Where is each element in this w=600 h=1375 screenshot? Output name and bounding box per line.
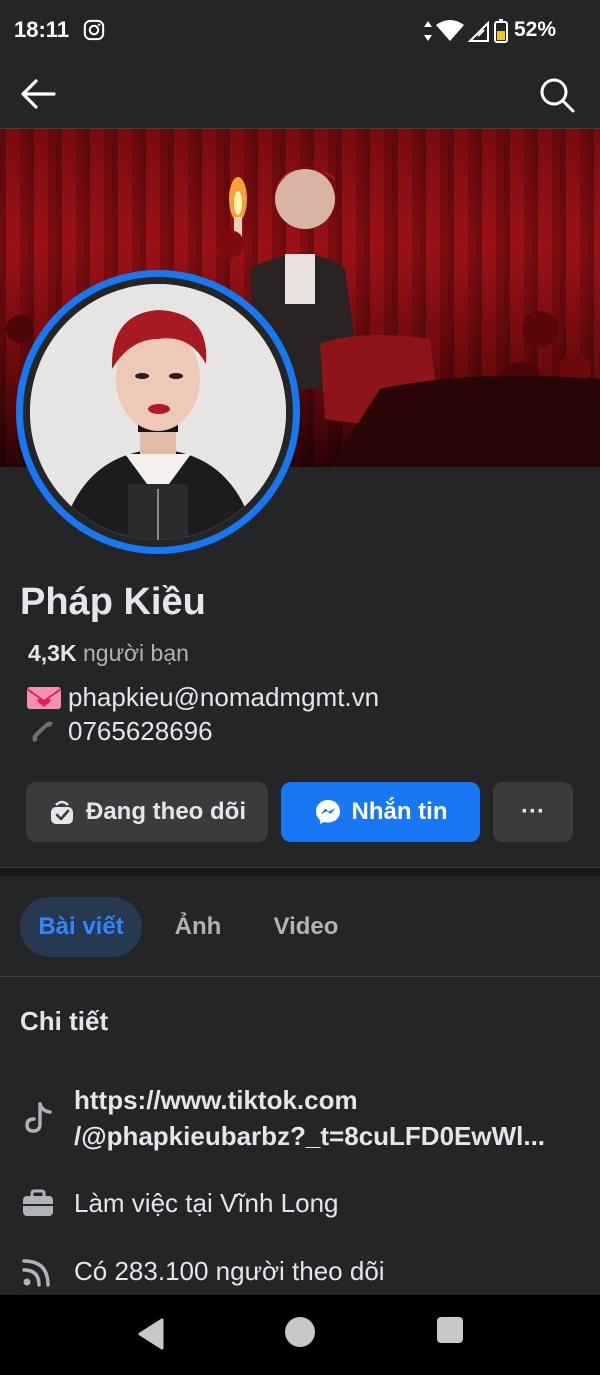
signal-icon [467,20,489,42]
tab-posts[interactable]: Bài viết [20,897,142,957]
tiktok-link-line1[interactable]: https://www.tiktok.com [74,1082,554,1118]
tiktok-link-line2[interactable]: /@phapkieubarbz?_t=8cuLFD0EwWl... [74,1118,554,1154]
work-text: Làm việc tại Vĩnh Long [74,1188,339,1218]
phone-text[interactable]: 0765628696 [68,716,213,747]
profile-name: Pháp Kiều [20,581,206,623]
tab-video[interactable]: Video [258,897,354,957]
briefcase-icon [23,1189,53,1216]
wifi-icon [436,20,464,41]
system-navigation-bar [0,1295,600,1375]
phone-icon [32,721,53,742]
friends-label: người bạn [82,640,189,666]
status-bar: 18:11 52% [0,0,600,62]
tab-photos[interactable]: Ảnh [160,897,236,957]
section-separator [0,867,600,876]
messenger-icon [315,800,340,824]
love-letter-icon [26,686,62,709]
email-text[interactable]: phapkieu@nomadmgmt.vn [68,682,379,713]
rss-icon [22,1259,50,1287]
message-label: Nhắn tin [351,798,448,825]
status-time: 18:11 [14,17,70,42]
battery-percent: 52% [513,18,556,41]
system-back-icon[interactable] [136,1316,166,1352]
battery-icon [494,19,508,43]
details-title: Chi tiết [20,1006,109,1036]
data-arrows-icon [424,21,432,41]
profile-avatar[interactable] [16,270,300,554]
search-icon[interactable] [538,76,576,114]
following-button[interactable]: Đang theo dõi [26,782,268,842]
more-options-button[interactable]: ··· [493,782,573,842]
tiktok-icon [25,1102,52,1133]
instagram-icon [83,19,105,41]
more-icon: ··· [521,798,545,825]
friends-number: 4,3K [28,640,77,666]
following-label: Đang theo dõi [86,798,246,825]
system-recents-icon[interactable] [437,1317,463,1343]
system-home-icon[interactable] [285,1317,315,1347]
back-arrow-icon[interactable] [18,76,58,112]
detail-link-row[interactable]: https://www.tiktok.com /@phapkieubarbz?_… [20,1082,580,1154]
friends-count[interactable]: 4,3K người bạn [28,640,189,667]
detail-work-row: Làm việc tại Vĩnh Long [20,1185,580,1221]
email-row: phapkieu@nomadmgmt.vn [26,682,379,713]
status-icons [424,19,508,43]
tabs-divider [0,976,600,977]
top-navigation [0,62,600,128]
avatar-border [23,277,293,547]
message-button[interactable]: Nhắn tin [281,782,480,842]
avatar-photo [30,284,286,540]
followers-text: Có 283.100 người theo dõi [74,1256,385,1286]
phone-row: 0765628696 [26,716,213,747]
detail-followers-row[interactable]: Có 283.100 người theo dõi [20,1253,580,1289]
avatar-illustration [30,284,286,540]
following-icon [51,800,73,824]
